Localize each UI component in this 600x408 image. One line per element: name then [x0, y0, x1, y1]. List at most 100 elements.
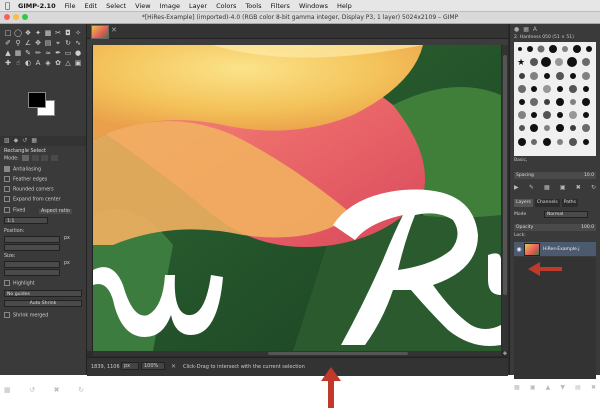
duplicate-layer-icon[interactable]: ▤: [575, 384, 581, 391]
rect-select-tool-icon[interactable]: □: [3, 28, 13, 38]
menu-tools[interactable]: Tools: [245, 2, 261, 10]
scissors-tool-icon[interactable]: ✂: [53, 28, 63, 38]
opacity-field[interactable]: Opacity 100.0: [514, 224, 596, 231]
edit-brush-icon[interactable]: ✎: [529, 184, 534, 191]
crop-tool-icon[interactable]: ⌖: [53, 38, 63, 48]
image-tab-thumbnail[interactable]: [91, 25, 109, 39]
mode-intersect-icon[interactable]: [50, 155, 58, 161]
menu-edit[interactable]: Edit: [85, 2, 98, 10]
size-height-field[interactable]: [4, 269, 60, 276]
zoom-select[interactable]: 100%: [141, 362, 165, 370]
layer-mode-select[interactable]: Normal: [544, 211, 588, 218]
highlight-option[interactable]: Highlight: [4, 280, 35, 287]
position-unit-select[interactable]: px: [64, 236, 70, 241]
menu-help[interactable]: Help: [337, 2, 352, 10]
restore-options-icon[interactable]: ↺: [29, 386, 35, 396]
close-tab-icon[interactable]: ✕: [111, 26, 117, 34]
guides-select[interactable]: No guides: [4, 290, 82, 297]
device-status-tab-icon[interactable]: ◆: [14, 136, 19, 146]
app-name[interactable]: GIMP-2.10: [18, 2, 56, 10]
shrink-merged-checkbox[interactable]: [4, 312, 10, 318]
size-unit-select[interactable]: px: [64, 261, 70, 266]
new-brush-icon[interactable]: ▦: [544, 184, 550, 191]
vertical-scrollbar-thumb[interactable]: [503, 55, 507, 295]
pencil-tool-icon[interactable]: ✏: [33, 48, 43, 58]
myPaint-brush-tool-icon[interactable]: ✿: [53, 58, 63, 68]
aspect-ratio-field[interactable]: 1:1: [4, 217, 48, 224]
rounded-corners-checkbox[interactable]: [4, 186, 10, 192]
spacing-field[interactable]: Spacing 10.0: [514, 172, 596, 179]
rounded-corners-option[interactable]: Rounded corners: [4, 186, 54, 193]
clone-tool-icon[interactable]: ●: [73, 48, 83, 58]
refresh-brushes-icon[interactable]: ↻: [591, 184, 596, 191]
horizontal-scrollbar[interactable]: [93, 351, 501, 356]
delete-brush-icon[interactable]: ✖: [576, 184, 581, 191]
patterns-tab-icon[interactable]: ▦: [523, 26, 529, 33]
brush-grid[interactable]: ★: [514, 42, 596, 156]
menu-image[interactable]: Image: [160, 2, 180, 10]
menu-windows[interactable]: Windows: [299, 2, 328, 10]
antialiasing-option[interactable]: Antialiasing: [4, 166, 41, 173]
expand-from-center-checkbox[interactable]: [4, 196, 10, 202]
menu-filters[interactable]: Filters: [270, 2, 289, 10]
vertical-scrollbar[interactable]: [502, 45, 508, 351]
menu-view[interactable]: View: [135, 2, 150, 10]
menu-select[interactable]: Select: [106, 2, 126, 10]
mode-replace-icon[interactable]: [22, 155, 30, 161]
horizontal-scrollbar-thumb[interactable]: [268, 352, 408, 355]
free-select-tool-icon[interactable]: ❖: [23, 28, 33, 38]
fuzzy-select-tool-icon[interactable]: ✦: [33, 28, 43, 38]
feather-edges-checkbox[interactable]: [4, 176, 10, 182]
gradient-tool-icon[interactable]: ▦: [13, 48, 23, 58]
dodge-burn-tool-icon[interactable]: ◐: [23, 58, 33, 68]
eye-icon[interactable]: ◉: [514, 246, 524, 253]
unit-select[interactable]: px: [121, 362, 139, 370]
undo-history-tab-icon[interactable]: ↺: [22, 136, 27, 146]
tab-layers[interactable]: Layers: [514, 199, 533, 207]
perspective-clone-tool-icon[interactable]: △: [63, 58, 73, 68]
new-layer-icon[interactable]: ▦: [514, 384, 520, 391]
reset-options-icon[interactable]: ↻: [78, 386, 84, 396]
tab-channels[interactable]: Channels: [534, 199, 560, 207]
cage-transform-tool-icon[interactable]: ▣: [73, 58, 83, 68]
auto-shrink-button[interactable]: Auto Shrink: [4, 300, 82, 307]
save-options-icon[interactable]: ▦: [4, 386, 11, 396]
apple-icon[interactable]: : [5, 1, 13, 10]
tag-icon[interactable]: ▶: [514, 184, 519, 191]
warp-transform-tool-icon[interactable]: ∿: [73, 38, 83, 48]
measure-tool-icon[interactable]: ∠: [23, 38, 33, 48]
duplicate-brush-icon[interactable]: ▣: [560, 184, 566, 191]
paintbrush-tool-icon[interactable]: ✎: [23, 48, 33, 58]
text-tool-icon[interactable]: A: [33, 58, 43, 68]
paths-tool-icon[interactable]: ✧: [73, 28, 83, 38]
layer-name[interactable]: HiRes-Example.j: [543, 247, 580, 252]
smudge-tool-icon[interactable]: ☝: [13, 58, 23, 68]
raise-layer-icon[interactable]: ▲: [546, 384, 551, 391]
mode-subtract-icon[interactable]: [41, 155, 49, 161]
fixed-checkbox[interactable]: [4, 207, 10, 213]
tool-options-tab-icon[interactable]: ▧: [4, 136, 10, 146]
highlight-checkbox[interactable]: [4, 280, 10, 286]
image-canvas[interactable]: [93, 45, 501, 351]
menu-file[interactable]: File: [65, 2, 76, 10]
position-y-field[interactable]: [4, 244, 60, 251]
fonts-tab-icon[interactable]: A: [533, 26, 537, 33]
airbrush-tool-icon[interactable]: ≈: [43, 48, 53, 58]
foreground-color-swatch[interactable]: [28, 92, 46, 108]
color-picker-tool-icon[interactable]: ✐: [3, 38, 13, 48]
size-width-field[interactable]: [4, 261, 60, 268]
position-x-field[interactable]: [4, 236, 60, 243]
layer-group-icon[interactable]: ▣: [530, 384, 536, 391]
blur-tool-icon[interactable]: ◈: [43, 58, 53, 68]
menu-layer[interactable]: Layer: [189, 2, 207, 10]
select-by-color-tool-icon[interactable]: ▩: [43, 28, 53, 38]
eraser-tool-icon[interactable]: ▭: [63, 48, 73, 58]
unified-transform-tool-icon[interactable]: ↻: [63, 38, 73, 48]
lower-layer-icon[interactable]: ▼: [560, 384, 565, 391]
ellipse-select-tool-icon[interactable]: ◯: [13, 28, 23, 38]
align-tool-icon[interactable]: ▤: [43, 38, 53, 48]
expand-from-center-option[interactable]: Expand from center: [4, 196, 61, 203]
images-tab-icon[interactable]: ▦: [31, 136, 37, 146]
mode-add-icon[interactable]: [31, 155, 39, 161]
foreground-select-tool-icon[interactable]: ◘: [63, 28, 73, 38]
